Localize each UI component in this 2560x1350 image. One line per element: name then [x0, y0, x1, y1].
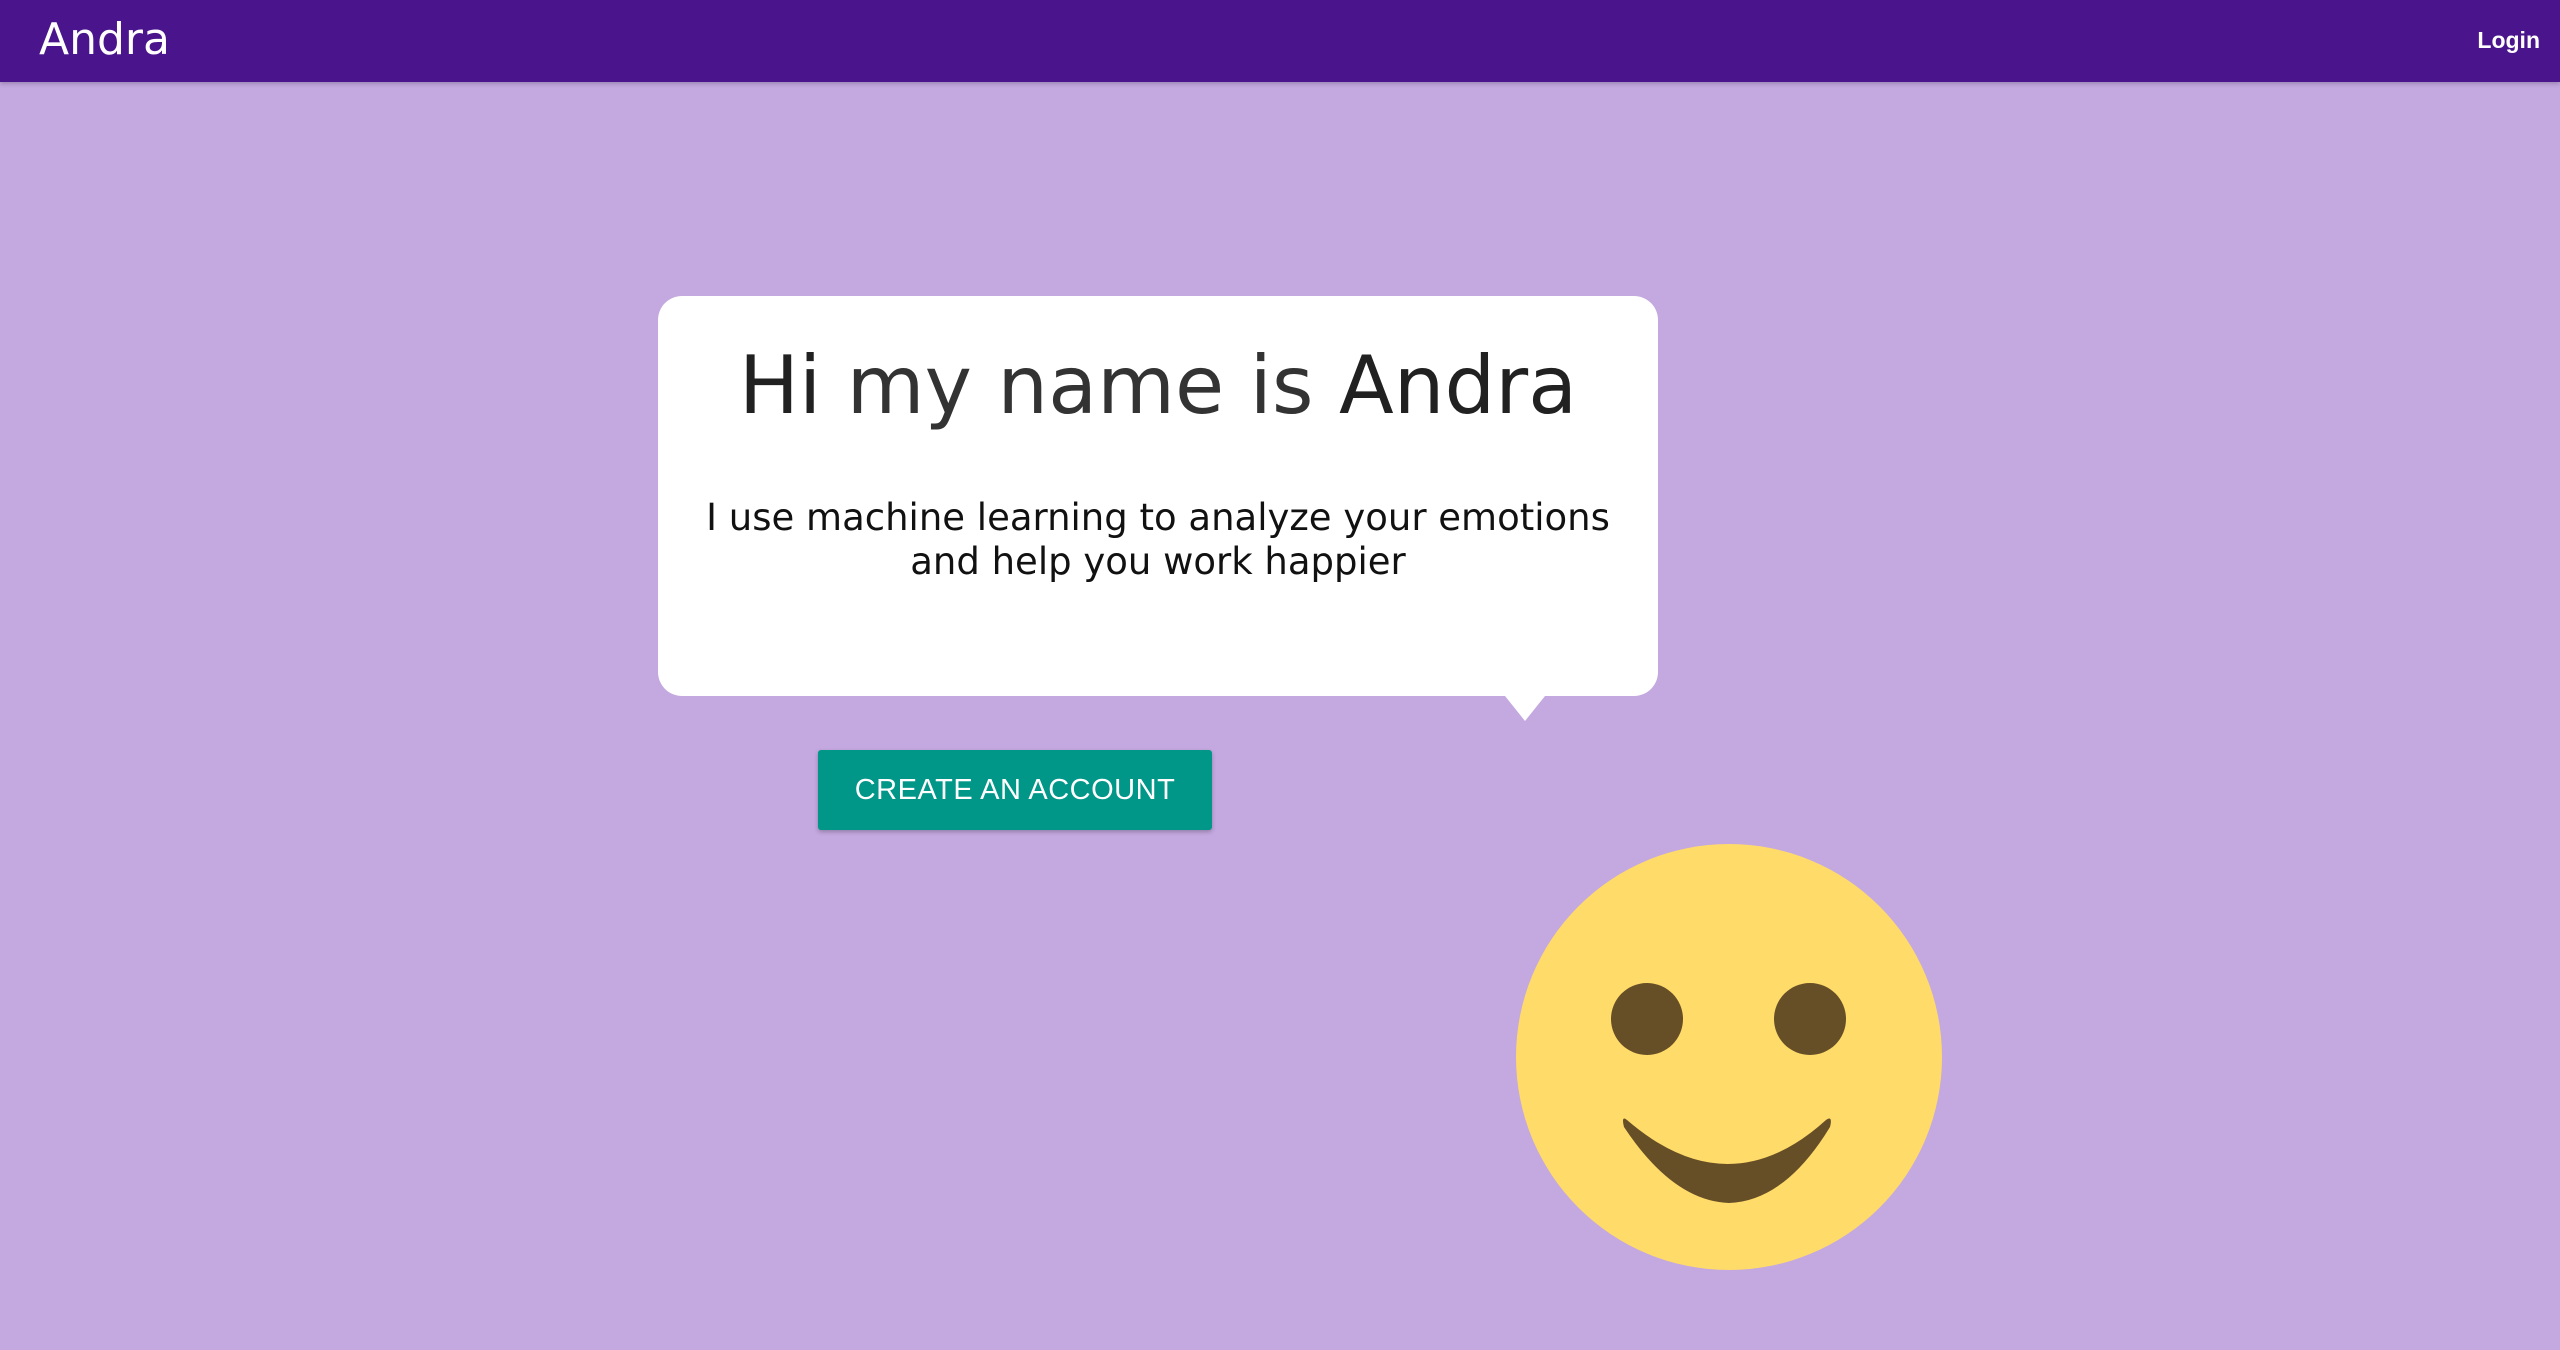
headline-greeting: Hi: [738, 339, 822, 432]
brand-logo[interactable]: Andra: [39, 8, 170, 72]
hero-subtitle: I use machine learning to analyze your e…: [698, 496, 1618, 584]
subtitle-line-2: and help you work happier: [910, 540, 1406, 583]
smiley-right-eye: [1774, 983, 1846, 1055]
create-account-button[interactable]: CREATE AN ACCOUNT: [818, 750, 1212, 830]
smiley-face: [1516, 844, 1942, 1270]
top-navbar: Andra Login: [0, 0, 2560, 82]
headline-name: Andra: [1339, 339, 1578, 432]
smiley-left-eye: [1611, 983, 1683, 1055]
speech-bubble-tail: [1505, 696, 1545, 721]
login-link[interactable]: Login: [2477, 24, 2540, 56]
speech-bubble: Hi my name is Andra I use machine learni…: [658, 296, 1658, 696]
smiley-face-icon: [1516, 844, 1942, 1270]
hero-headline: Hi my name is Andra: [658, 336, 1658, 436]
subtitle-line-1: I use machine learning to analyze your e…: [706, 496, 1610, 539]
headline-middle: my name is: [821, 339, 1340, 432]
